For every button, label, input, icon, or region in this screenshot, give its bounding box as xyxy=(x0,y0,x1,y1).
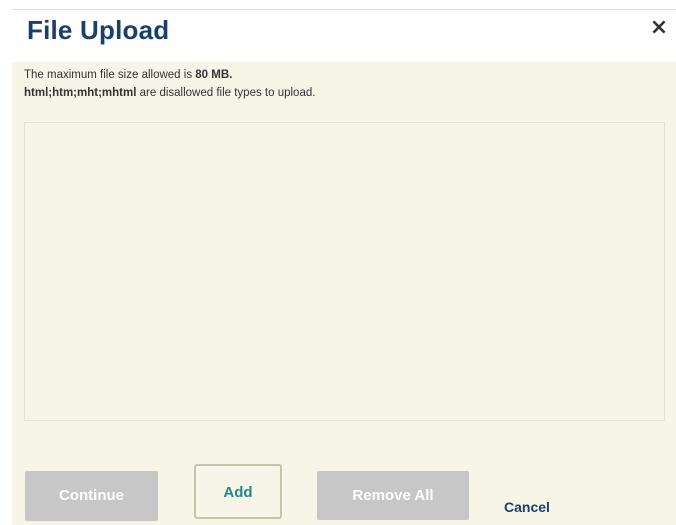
remove-all-button[interactable]: Remove All xyxy=(317,471,469,520)
file-drop-area[interactable] xyxy=(24,122,665,421)
add-button[interactable]: Add xyxy=(194,464,282,519)
max-size-info: The maximum file size allowed is 80 MB. xyxy=(24,69,232,81)
max-size-prefix: The maximum file size allowed is xyxy=(24,69,196,81)
close-icon[interactable]: × xyxy=(648,16,670,40)
disallowed-types: html;htm;mht;mhtml xyxy=(24,87,137,99)
disallowed-types-info: html;htm;mht;mhtml are disallowed file t… xyxy=(24,87,315,99)
dialog-body: The maximum file size allowed is 80 MB. … xyxy=(12,62,676,525)
file-upload-dialog: File Upload × The maximum file size allo… xyxy=(0,0,676,525)
continue-button[interactable]: Continue xyxy=(25,471,158,521)
max-size-value: 80 MB. xyxy=(195,69,233,81)
dialog-title: File Upload xyxy=(27,15,170,45)
cancel-link[interactable]: Cancel xyxy=(504,499,550,515)
title-divider xyxy=(12,9,676,10)
disallowed-suffix: are disallowed file types to upload. xyxy=(136,87,316,99)
